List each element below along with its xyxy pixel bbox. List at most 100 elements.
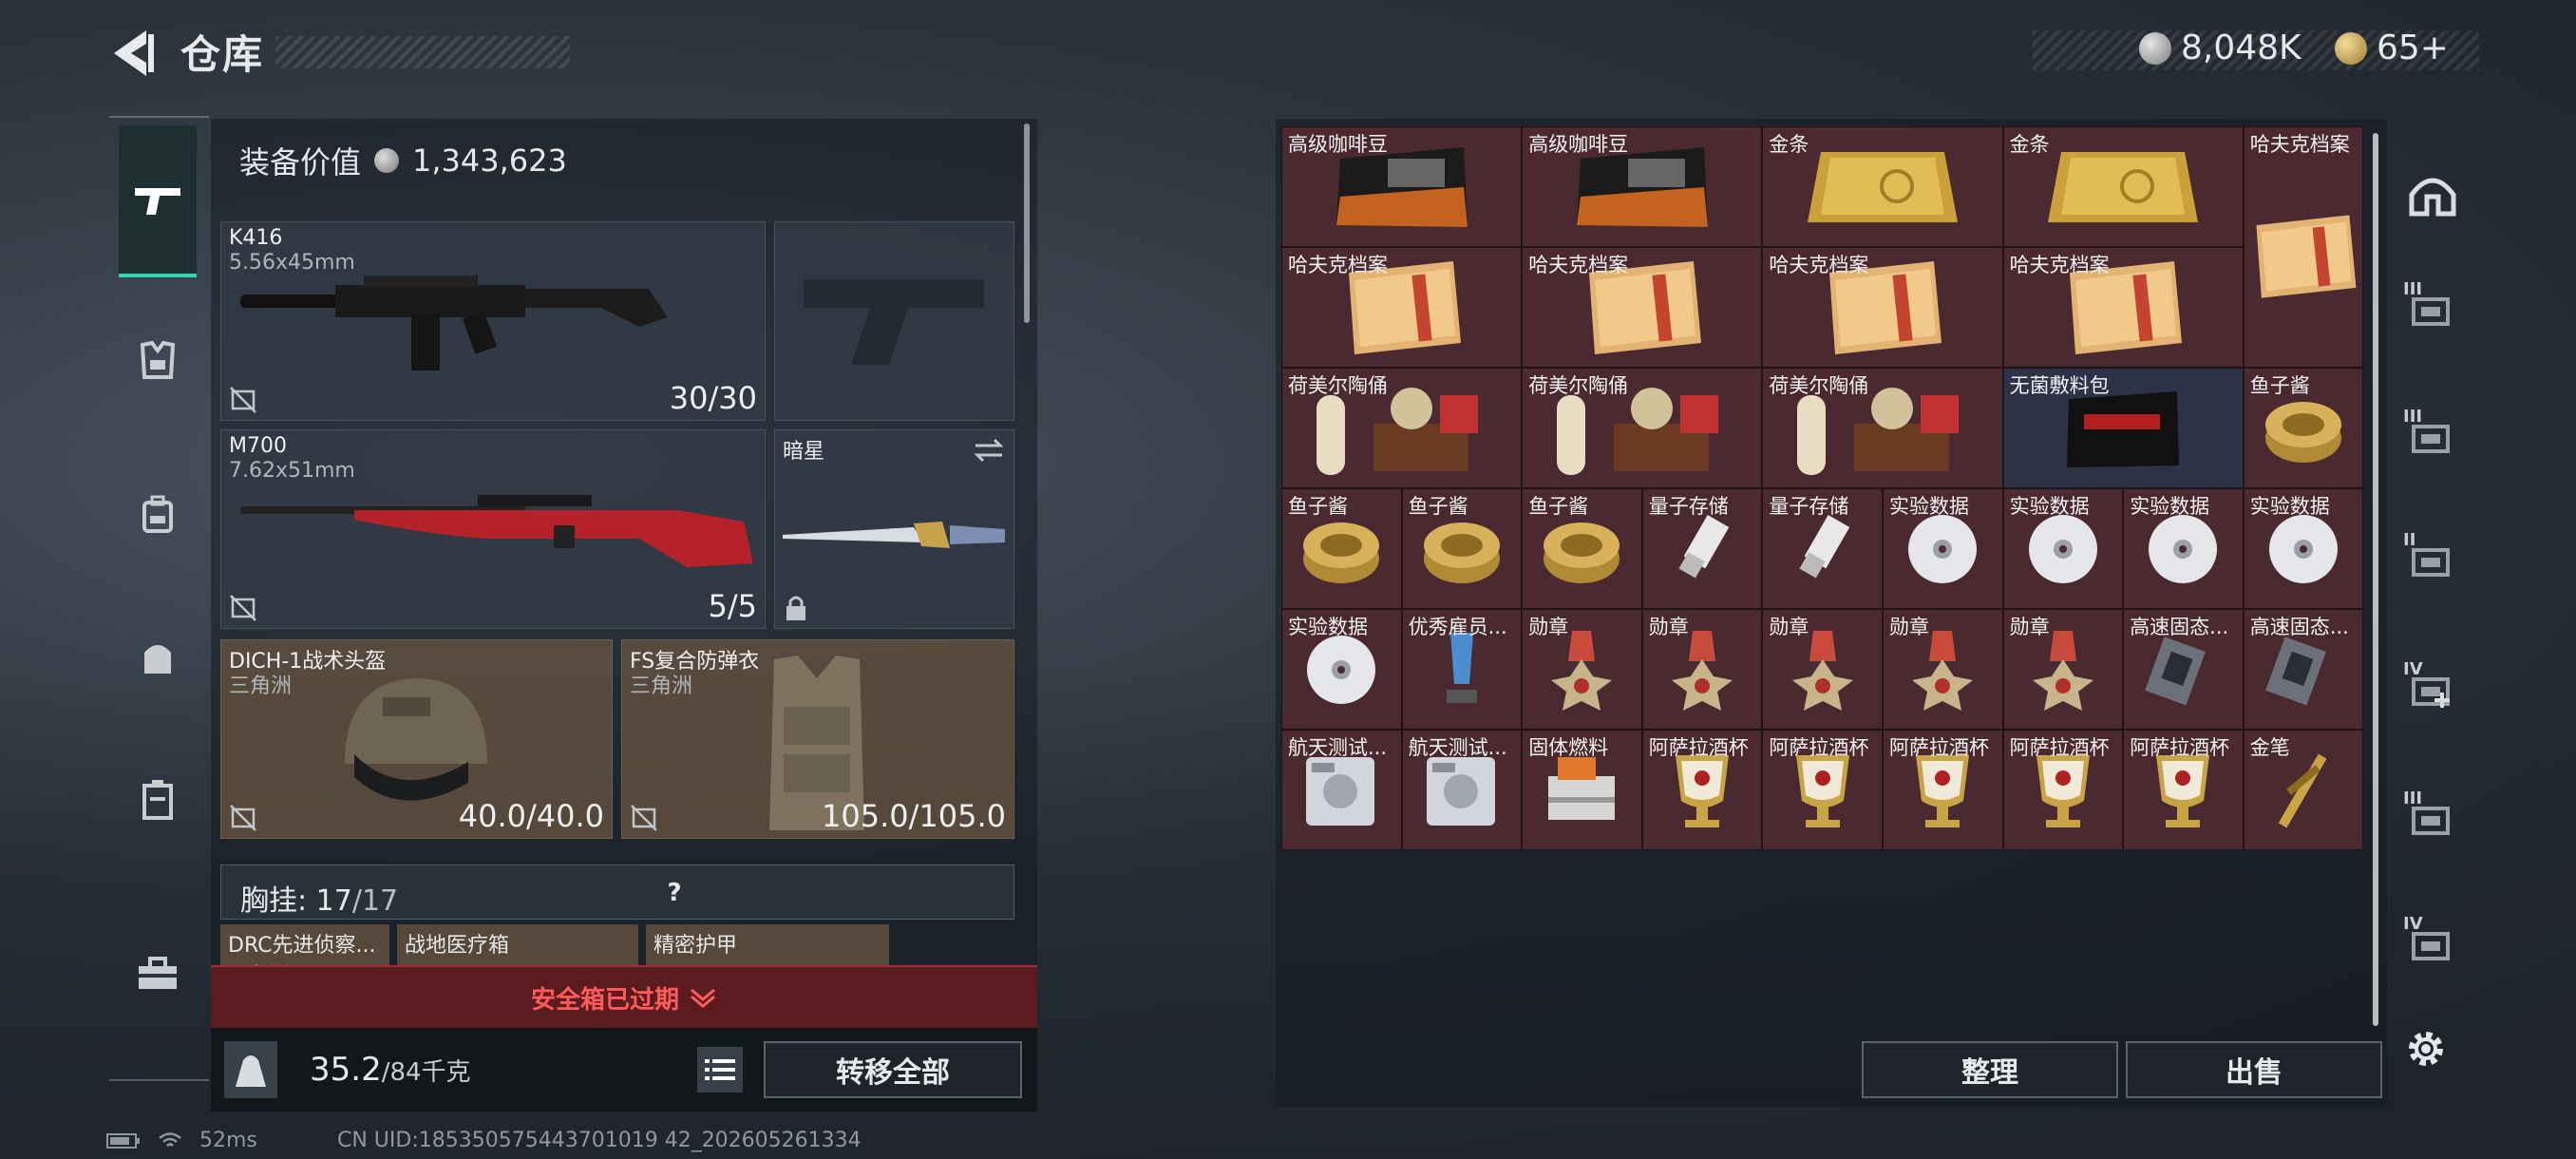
silver-coin-icon xyxy=(374,148,400,173)
inventory-item[interactable]: 哈夫克档案 xyxy=(2002,247,2244,368)
back-arrow-icon xyxy=(114,30,154,76)
storage-tab[interactable] xyxy=(2399,162,2466,228)
inventory-item[interactable]: 无菌敷料包 xyxy=(2002,368,2244,488)
chest-rig-header[interactable]: 胸挂: 17/17 ? xyxy=(220,864,1014,920)
transfer-all-button[interactable]: 转移全部 xyxy=(764,1041,1022,1098)
storage-tab[interactable]: IV xyxy=(2399,910,2466,977)
item-label: 量子存储 xyxy=(1648,495,1729,518)
armor-durability: 105.0/105.0 xyxy=(822,798,1006,834)
inventory-item[interactable]: 阿萨拉酒杯 xyxy=(2002,730,2124,850)
tier-badge: IV xyxy=(2403,914,2423,934)
inventory-item[interactable]: 勋章 xyxy=(1883,609,2003,730)
inventory-item[interactable]: 阿萨拉酒杯 xyxy=(1641,730,1763,850)
inventory-item[interactable]: 固体燃料 xyxy=(1522,730,1642,850)
gold-currency[interactable]: 65+ xyxy=(2335,28,2449,67)
wifi-icon xyxy=(159,1131,181,1147)
inventory-item[interactable]: 哈夫克档案 xyxy=(1762,247,2003,368)
inventory-item[interactable]: 哈夫克档案 xyxy=(1281,247,1523,368)
tab-case[interactable] xyxy=(119,760,197,838)
inventory-item[interactable]: 高级咖啡豆 xyxy=(1522,126,1763,247)
primary-weapon-slot[interactable]: K416 5.56x45mm 30/30 xyxy=(220,221,766,421)
inventory-item[interactable]: 实验数据 xyxy=(1883,488,2003,609)
inventory-item[interactable]: 金条 xyxy=(1762,126,2003,247)
inventory-item[interactable]: 高级咖啡豆 xyxy=(1281,126,1523,247)
tab-armor[interactable] xyxy=(119,321,197,399)
inventory-item[interactable]: 哈夫克档案 xyxy=(2243,126,2364,368)
back-button[interactable] xyxy=(104,25,161,82)
inventory-item[interactable]: 阿萨拉酒杯 xyxy=(1762,730,1883,850)
item-label: 优秀雇员... xyxy=(1408,616,1507,638)
armor-slot[interactable]: FS复合防弹衣 三角洲 105.0/105.0 xyxy=(621,639,1014,839)
ping-value: 52ms xyxy=(199,1129,257,1152)
inventory-item[interactable]: 勋章 xyxy=(1641,609,1763,730)
sort-button[interactable]: 整理 xyxy=(1862,1041,2118,1098)
item-label: 阿萨拉酒杯 xyxy=(2130,736,2230,759)
storage-tab[interactable]: III xyxy=(2399,403,2466,469)
inventory-item[interactable]: 鱼子酱 xyxy=(2243,368,2364,488)
tier-badge: IV xyxy=(2403,659,2423,679)
inventory-item[interactable]: 优秀雇员... xyxy=(1401,609,1523,730)
item-label: 哈夫克档案 xyxy=(2009,254,2110,276)
item-label: 勋章 xyxy=(1889,616,1929,638)
inventory-item[interactable]: 高速固态... xyxy=(2243,609,2364,730)
inventory-item[interactable]: 鱼子酱 xyxy=(1281,488,1402,609)
inventory-item[interactable]: 勋章 xyxy=(2002,609,2124,730)
swap-icon[interactable] xyxy=(972,436,1006,465)
help-icon[interactable]: ? xyxy=(658,877,691,909)
inventory-item[interactable]: 实验数据 xyxy=(2123,488,2244,609)
sell-button[interactable]: 出售 xyxy=(2126,1041,2382,1098)
inventory-item[interactable]: 量子存储 xyxy=(1641,488,1763,609)
no-insure-icon xyxy=(230,805,256,831)
inventory-item[interactable]: 实验数据 xyxy=(2243,488,2364,609)
tab-toolbox[interactable] xyxy=(119,935,197,1013)
inventory-item[interactable]: 金条 xyxy=(2002,126,2244,247)
helmet-slot[interactable]: DICH-1战术头盔 三角洲 40.0/40.0 xyxy=(220,639,613,839)
item-label: 实验数据 xyxy=(2130,495,2210,518)
silver-coin-icon xyxy=(2139,31,2171,65)
inventory-item[interactable]: 量子存储 xyxy=(1762,488,1883,609)
secondary-weapon-slot[interactable]: M700 7.62x51mm 5/5 xyxy=(220,429,766,629)
storage-tab[interactable]: IV xyxy=(2399,656,2466,722)
storage-tab[interactable]: III xyxy=(2399,785,2466,851)
inventory-item[interactable]: 勋章 xyxy=(1762,609,1883,730)
inventory-item[interactable]: 阿萨拉酒杯 xyxy=(2123,730,2244,850)
item-label: 哈夫克档案 xyxy=(1769,254,1869,276)
rig-item-label: 战地医疗箱 xyxy=(405,934,510,958)
storage-tab[interactable]: III xyxy=(2399,276,2466,342)
chest-rig-label: 胸挂: 17/17 xyxy=(240,877,398,919)
inventory-item[interactable]: 高速固态... xyxy=(2123,609,2244,730)
inventory-item[interactable]: 荷美尔陶俑 xyxy=(1762,368,2003,488)
inventory-item[interactable]: 勋章 xyxy=(1522,609,1642,730)
safe-box-expired-bar[interactable]: 安全箱已过期 xyxy=(211,965,1037,1028)
weight-bar: 35.2/84千克 转移全部 xyxy=(211,1028,1037,1112)
inventory-item[interactable]: 鱼子酱 xyxy=(1522,488,1642,609)
tab-bag[interactable] xyxy=(119,618,197,695)
inventory-item[interactable]: 哈夫克档案 xyxy=(1522,247,1763,368)
inventory-item[interactable]: 阿萨拉酒杯 xyxy=(1883,730,2003,850)
item-label: 鱼子酱 xyxy=(1408,495,1468,518)
settings-button[interactable] xyxy=(2399,1022,2453,1075)
inventory-item[interactable]: 荷美尔陶俑 xyxy=(1522,368,1763,488)
item-label: 勋章 xyxy=(1769,616,1809,638)
inventory-scrollbar[interactable] xyxy=(2373,133,2378,1026)
tab-weapons[interactable] xyxy=(119,125,197,277)
inventory-item[interactable]: 鱼子酱 xyxy=(1401,488,1523,609)
inventory-item[interactable]: 航天测试... xyxy=(1281,730,1402,850)
equip-value-label: 装备价值 xyxy=(239,144,362,180)
inventory-item[interactable]: 金笔 xyxy=(2243,730,2364,850)
silver-currency[interactable]: 8,048K xyxy=(2139,28,2301,67)
storage-tab[interactable]: II xyxy=(2399,526,2466,593)
item-label: 固体燃料 xyxy=(1528,736,1609,759)
item-label: 荷美尔陶俑 xyxy=(1528,374,1629,397)
list-view-button[interactable] xyxy=(697,1047,743,1092)
inventory-item[interactable]: 实验数据 xyxy=(2002,488,2124,609)
rig-item-label: DRC先进侦察... xyxy=(228,934,376,958)
item-label: 鱼子酱 xyxy=(2249,374,2310,397)
inventory-item[interactable]: 航天测试... xyxy=(1401,730,1523,850)
inventory-item[interactable]: 荷美尔陶俑 xyxy=(1281,368,1523,488)
melee-slot[interactable]: 暗星 xyxy=(774,429,1014,629)
tab-backpack[interactable] xyxy=(119,475,197,553)
pistol-slot[interactable] xyxy=(774,221,1014,421)
loadout-scrollbar[interactable] xyxy=(1024,124,1030,323)
inventory-item[interactable]: 实验数据 xyxy=(1281,609,1402,730)
